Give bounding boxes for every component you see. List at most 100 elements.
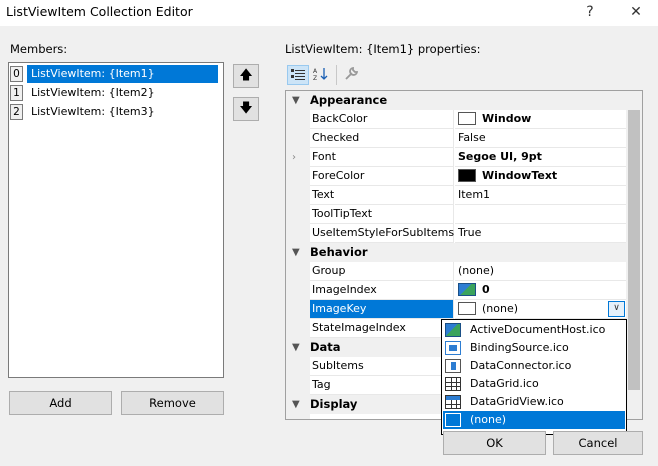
property-name: BackColor [310, 110, 454, 129]
document-host-icon [445, 323, 461, 337]
property-name: ImageIndex [310, 281, 454, 300]
property-value[interactable]: (none) [455, 300, 626, 319]
dropdown-option[interactable]: DataGridView.ico [443, 393, 625, 411]
option-label: BindingSource.ico [470, 341, 569, 354]
color-swatch [458, 169, 476, 182]
properties-label: ListViewItem: {Item1} properties: [285, 42, 481, 56]
property-name: Font [310, 148, 454, 167]
color-swatch [458, 112, 476, 125]
alphabetical-icon: A Z [313, 68, 328, 82]
member-label: ListViewItem: {Item2} [31, 86, 155, 99]
list-item[interactable]: 0 ListViewItem: {Item1} [10, 65, 222, 83]
option-label: ActiveDocumentHost.ico [470, 323, 606, 336]
cancel-button[interactable]: Cancel [553, 431, 643, 455]
wrench-icon [345, 66, 359, 80]
dropdown-option-selected[interactable]: (none) [443, 411, 625, 429]
collapse-chevron-icon[interactable]: ▼ [292, 338, 300, 357]
category-label: Display [310, 397, 358, 411]
binding-source-icon [445, 341, 461, 355]
svg-text:Z: Z [313, 75, 317, 81]
move-up-button[interactable]: 🡅 [233, 64, 259, 88]
imagekey-dropdown-list[interactable]: ActiveDocumentHost.ico BindingSource.ico… [441, 319, 627, 435]
arrow-up-icon: 🡅 [239, 68, 253, 83]
property-row-text[interactable]: Text Item1 [286, 186, 626, 205]
property-name: Tag [310, 376, 454, 395]
property-row-imagekey[interactable]: ImageKey (none) ∨ [286, 300, 626, 319]
property-name: ToolTipText [310, 205, 454, 224]
property-name: ImageKey [310, 300, 454, 319]
property-row-imageindex[interactable]: ImageIndex 0 [286, 281, 626, 300]
property-value[interactable]: Segoe UI, 9pt [455, 148, 626, 167]
member-index: 1 [10, 85, 23, 101]
remove-button[interactable]: Remove [121, 391, 224, 415]
list-item[interactable]: 2 ListViewItem: {Item3} [10, 103, 222, 121]
property-row-forecolor[interactable]: ForeColor WindowText [286, 167, 626, 186]
member-index: 0 [10, 66, 23, 82]
dropdown-option[interactable]: BindingSource.ico [443, 339, 625, 357]
categorized-button[interactable] [287, 65, 309, 85]
category-label: Appearance [310, 93, 388, 107]
categorized-icon [291, 69, 305, 80]
property-value[interactable] [455, 205, 626, 224]
property-value[interactable]: Item1 [455, 186, 626, 205]
property-name: UseItemStyleForSubItems [310, 224, 454, 243]
toolbar-separator [336, 65, 337, 85]
property-name: StateImageIndex [310, 319, 454, 338]
imagekey-value: (none) [482, 302, 519, 315]
property-pages-button[interactable] [340, 65, 362, 85]
option-label: DataConnector.ico [470, 359, 572, 372]
property-name: SubItems [310, 357, 454, 376]
collapse-chevron-icon[interactable]: ▼ [292, 91, 300, 110]
list-item[interactable]: 1 ListViewItem: {Item2} [10, 84, 222, 102]
property-name: Checked [310, 129, 454, 148]
property-name: ForeColor [310, 167, 454, 186]
property-row-font[interactable]: › Font Segoe UI, 9pt [286, 148, 626, 167]
property-name: Text [310, 186, 454, 205]
collapse-chevron-icon[interactable]: ▼ [292, 395, 300, 414]
expand-chevron-icon[interactable]: › [292, 148, 296, 167]
image-preview-icon [458, 283, 476, 296]
members-label: Members: [10, 42, 68, 56]
member-label: ListViewItem: {Item3} [31, 105, 155, 118]
ok-button[interactable]: OK [443, 431, 546, 455]
collapse-chevron-icon[interactable]: ▼ [292, 243, 300, 262]
dropdown-option[interactable]: DataConnector.ico [443, 357, 625, 375]
property-row-backcolor[interactable]: BackColor Window [286, 110, 626, 129]
category-appearance[interactable]: ▼ Appearance [286, 91, 626, 110]
alphabetical-button[interactable]: A Z [310, 65, 332, 85]
property-value[interactable]: True [455, 224, 626, 243]
property-name: Group [310, 262, 454, 281]
property-value[interactable]: False [455, 129, 626, 148]
move-down-button[interactable]: 🡇 [233, 97, 259, 121]
image-preview-icon [458, 302, 476, 315]
window-title: ListViewItem Collection Editor [6, 4, 193, 19]
category-label: Behavior [310, 245, 368, 259]
imageindex-value: 0 [482, 283, 490, 296]
property-row-tooltiptext[interactable]: ToolTipText [286, 205, 626, 224]
dropdown-chevron-icon[interactable]: ∨ [608, 301, 625, 317]
property-row-group[interactable]: Group (none) [286, 262, 626, 281]
close-button[interactable]: ✕ [616, 0, 656, 26]
forecolor-value: WindowText [482, 169, 558, 182]
property-value[interactable]: (none) [455, 262, 626, 281]
none-icon [445, 413, 461, 427]
property-value[interactable]: Window [455, 110, 626, 129]
option-label: DataGrid.ico [470, 377, 539, 390]
add-button[interactable]: Add [9, 391, 112, 415]
members-list[interactable]: 0 ListViewItem: {Item1} 1 ListViewItem: … [8, 62, 224, 378]
dropdown-option[interactable]: ActiveDocumentHost.ico [443, 321, 625, 339]
property-row-useitemstyle[interactable]: UseItemStyleForSubItems True [286, 224, 626, 243]
property-value[interactable]: 0 [455, 281, 626, 300]
help-button[interactable]: ? [570, 0, 610, 26]
category-label: Data [310, 340, 341, 354]
category-behavior[interactable]: ▼ Behavior [286, 243, 626, 262]
data-grid-view-icon [445, 395, 461, 409]
data-grid-icon [445, 377, 461, 391]
title-bar: ListViewItem Collection Editor ? ✕ [0, 0, 658, 26]
scrollbar-thumb[interactable] [628, 110, 640, 390]
backcolor-value: Window [482, 112, 532, 125]
property-row-checked[interactable]: Checked False [286, 129, 626, 148]
data-connector-icon [445, 359, 461, 373]
dropdown-option[interactable]: DataGrid.ico [443, 375, 625, 393]
property-value[interactable]: WindowText [455, 167, 626, 186]
